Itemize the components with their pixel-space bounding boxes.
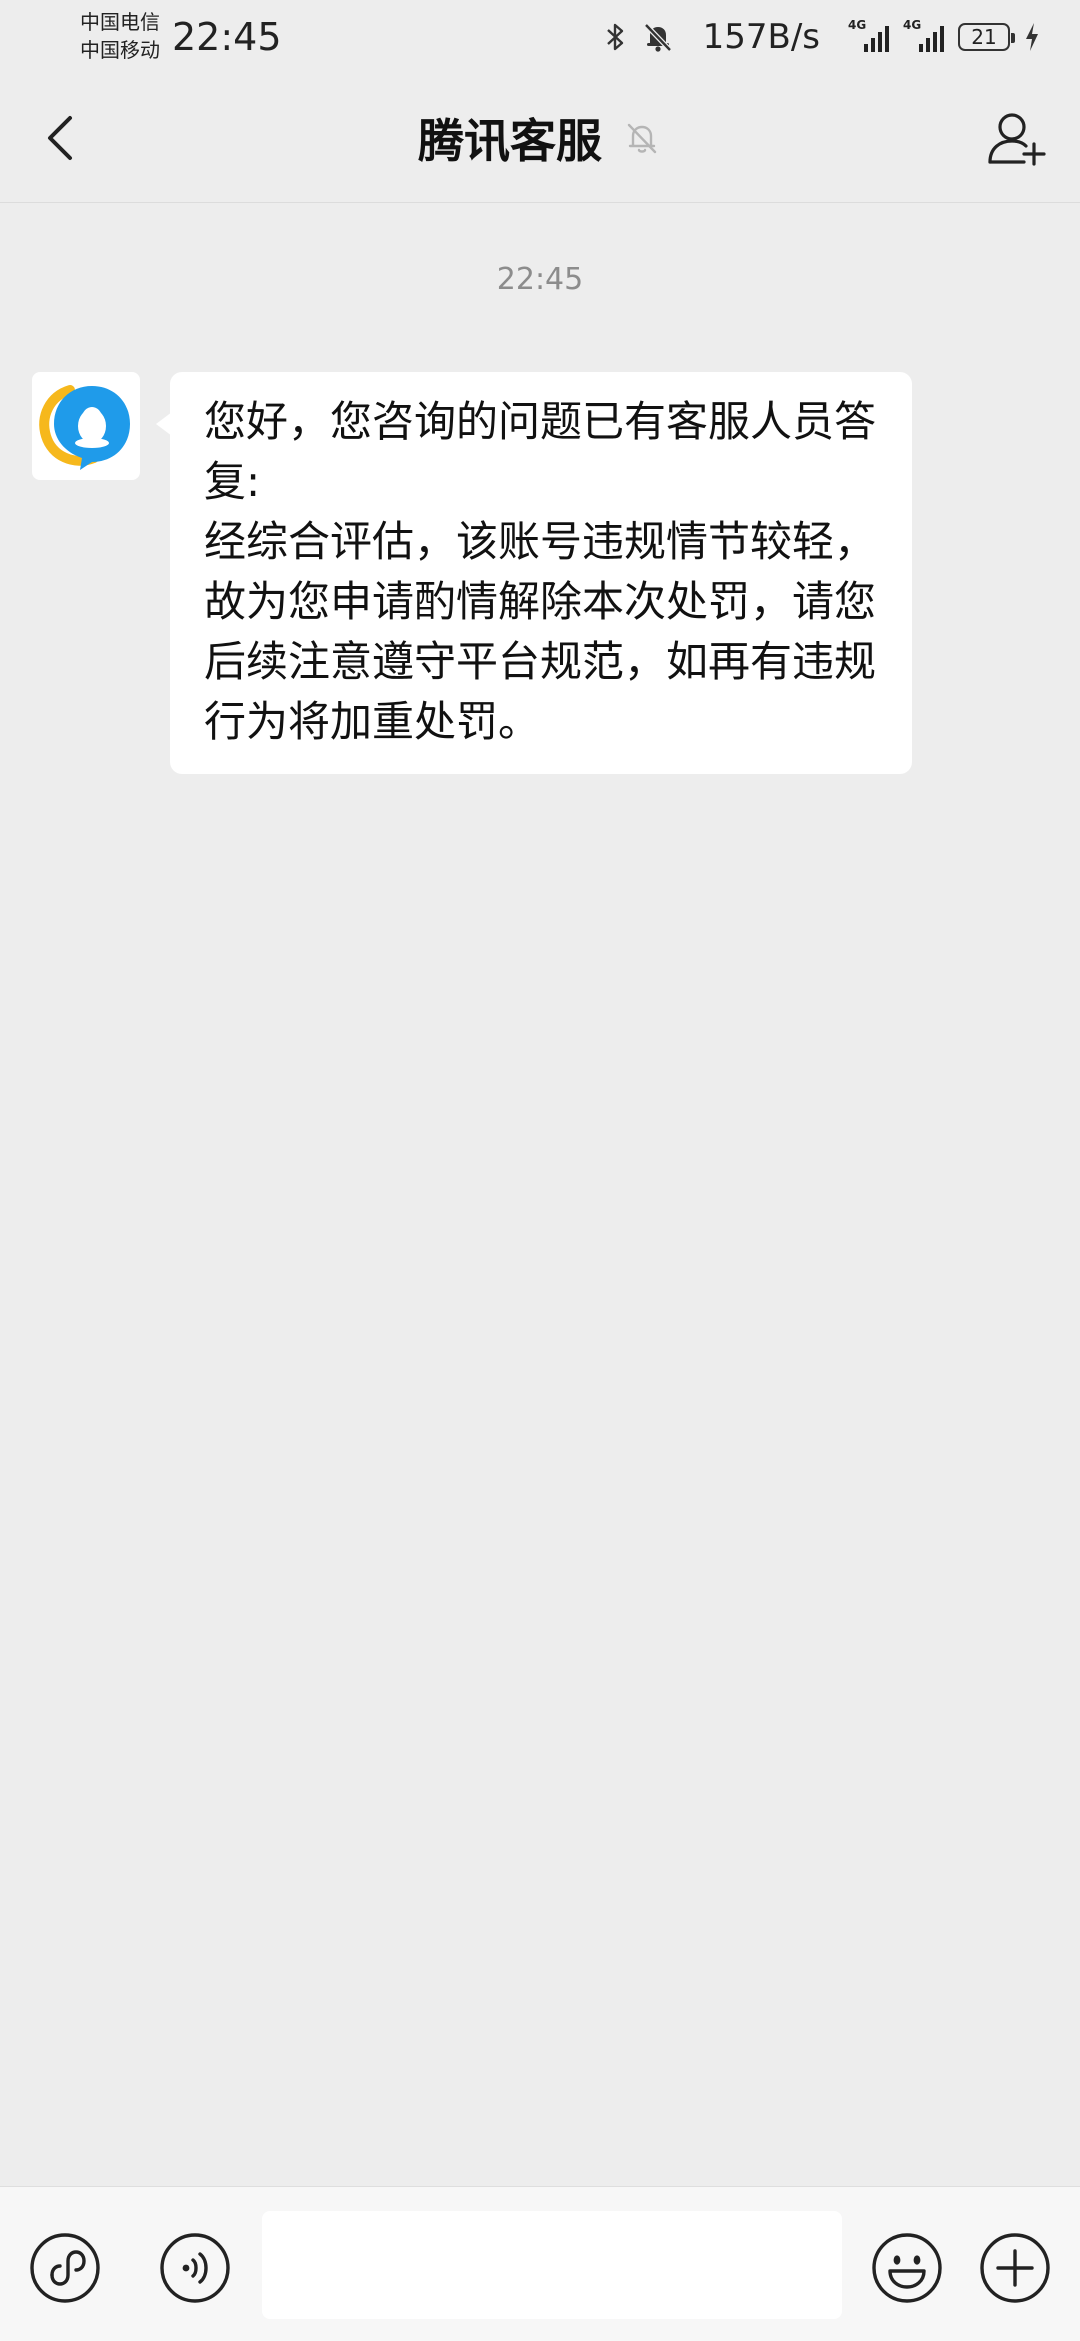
- carrier-1: 中国电信: [80, 10, 160, 34]
- avatar[interactable]: [32, 372, 140, 480]
- title-wrap: 腾讯客服: [0, 74, 1080, 202]
- mini-program-icon: [30, 2233, 100, 2303]
- voice-icon: [160, 2233, 230, 2303]
- voice-button[interactable]: [158, 2231, 232, 2305]
- chat-header: 腾讯客服: [0, 74, 1080, 203]
- bell-off-status-icon: [643, 23, 672, 52]
- network-speed: 157B/s: [702, 17, 820, 57]
- status-bar: 中国电信 中国移动 22:45 157B/s 4G 4G 21: [0, 0, 1080, 74]
- bell-off-icon: [627, 123, 657, 154]
- tencent-support-logo-icon: [39, 385, 130, 470]
- status-indicators: 157B/s 4G 4G 21: [605, 12, 1040, 62]
- signal-2-label: 4G: [903, 18, 922, 32]
- smile-icon: [872, 2233, 942, 2303]
- carrier-info: 中国电信 中国移动: [80, 8, 160, 64]
- person-plus-icon: [988, 113, 1046, 166]
- status-time: 22:45: [172, 15, 282, 59]
- chat-timestamp: 22:45: [496, 262, 584, 297]
- page-title: 腾讯客服: [418, 114, 602, 168]
- bluetooth-icon: [606, 23, 623, 51]
- mini-program-button[interactable]: [28, 2231, 102, 2305]
- message-input[interactable]: [262, 2211, 842, 2319]
- charging-icon: [1026, 23, 1038, 51]
- signal-2-icon: 4G: [903, 18, 944, 52]
- signal-1-icon: 4G: [848, 18, 889, 52]
- battery-icon: 21: [958, 23, 1015, 51]
- add-friend-button[interactable]: [982, 104, 1052, 174]
- message-line-2: 经综合评估，该账号违规情节较轻，故为您申请酌情解除本次处罚，请您后续注意遵守平台…: [204, 517, 877, 746]
- emoji-button[interactable]: [870, 2231, 944, 2305]
- message-bubble[interactable]: 您好，您咨询的问题已有客服人员答复: 经综合评估，该账号违规情节较轻，故为您申请…: [156, 372, 912, 774]
- input-bar: [0, 2186, 1080, 2341]
- plus-icon: [980, 2233, 1050, 2303]
- plus-button[interactable]: [978, 2231, 1052, 2305]
- carrier-2: 中国移动: [80, 38, 160, 62]
- signal-1-label: 4G: [848, 18, 867, 32]
- message-line-1: 您好，您咨询的问题已有客服人员答复:: [204, 397, 877, 506]
